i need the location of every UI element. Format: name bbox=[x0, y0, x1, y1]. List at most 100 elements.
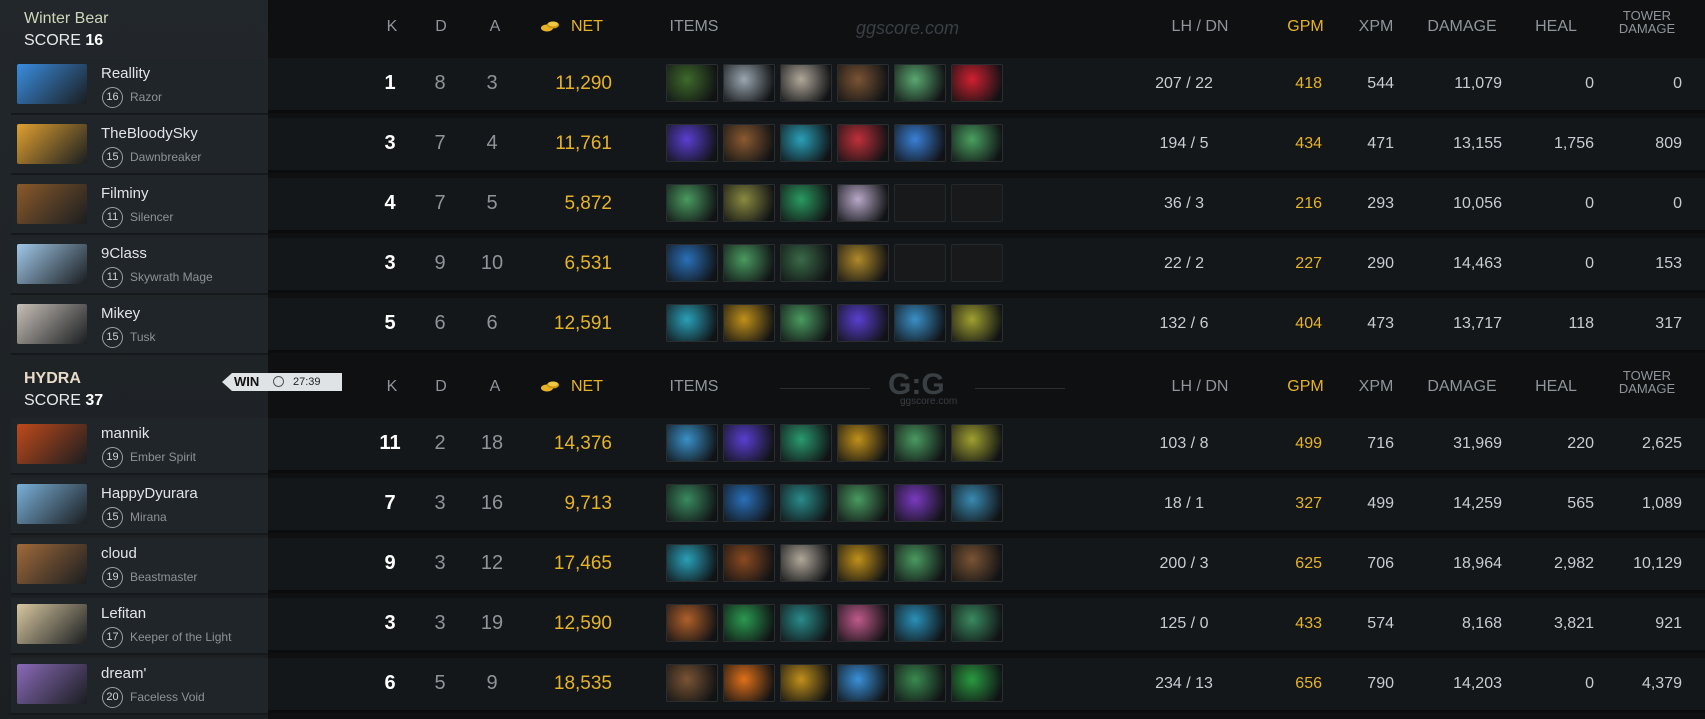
player-card[interactable]: HappyDyurara 15 Mirana bbox=[11, 478, 268, 535]
item-slot-2[interactable] bbox=[723, 124, 775, 162]
item-slot-6[interactable] bbox=[951, 424, 1003, 462]
item-slot-4[interactable] bbox=[837, 64, 889, 102]
item-slot-5[interactable] bbox=[894, 484, 946, 522]
column-header-lh-dn[interactable]: LH / DN bbox=[1160, 378, 1240, 396]
player-name[interactable]: Mikey bbox=[101, 305, 140, 322]
player-card[interactable]: Lefitan 17 Keeper of the Light bbox=[11, 598, 268, 655]
player-card[interactable]: 9Class 11 Skywrath Mage bbox=[11, 238, 268, 295]
item-slot-1[interactable] bbox=[666, 124, 718, 162]
item-slot-5[interactable] bbox=[894, 304, 946, 342]
item-slot-4[interactable] bbox=[837, 664, 889, 702]
column-header-k[interactable]: K bbox=[382, 378, 402, 396]
player-name[interactable]: Lefitan bbox=[101, 605, 146, 622]
item-slot-3[interactable] bbox=[780, 484, 832, 522]
item-slot-3[interactable] bbox=[780, 424, 832, 462]
item-slot-4[interactable] bbox=[837, 184, 889, 222]
item-slot-4[interactable] bbox=[837, 484, 889, 522]
player-name[interactable]: Reallity bbox=[101, 65, 150, 82]
player-stats-row[interactable]: 5 6 6 12,591 132 / 6 404 473 13,717 118 … bbox=[268, 298, 1705, 353]
item-slot-3[interactable] bbox=[780, 604, 832, 642]
column-header-tower-damage[interactable]: TOWER DAMAGE bbox=[1612, 369, 1682, 395]
column-header-heal[interactable]: HEAL bbox=[1531, 18, 1581, 36]
item-slot-2[interactable] bbox=[723, 544, 775, 582]
item-slot-3[interactable] bbox=[780, 64, 832, 102]
item-slot-6[interactable] bbox=[951, 544, 1003, 582]
column-header-a[interactable]: A bbox=[485, 18, 505, 36]
column-header-k[interactable]: K bbox=[382, 18, 402, 36]
player-stats-row[interactable]: 4 7 5 5,872 36 / 3 216 293 10,056 0 0 bbox=[268, 178, 1705, 233]
player-card[interactable]: cloud 19 Beastmaster bbox=[11, 538, 268, 595]
item-slot-1[interactable] bbox=[666, 184, 718, 222]
item-slot-3[interactable] bbox=[780, 184, 832, 222]
column-header-lh-dn[interactable]: LH / DN bbox=[1160, 18, 1240, 36]
player-stats-row[interactable]: 1 8 3 11,290 207 / 22 418 544 11,079 0 0 bbox=[268, 58, 1705, 113]
item-slot-6[interactable] bbox=[951, 604, 1003, 642]
item-slot-3[interactable] bbox=[780, 124, 832, 162]
item-slot-1[interactable] bbox=[666, 544, 718, 582]
player-card[interactable]: dream' 20 Faceless Void bbox=[11, 658, 268, 715]
item-slot-5[interactable] bbox=[894, 424, 946, 462]
player-stats-row[interactable]: 9 3 12 17,465 200 / 3 625 706 18,964 2,9… bbox=[268, 538, 1705, 593]
item-slot-3[interactable] bbox=[780, 244, 832, 282]
column-header-net[interactable]: NET bbox=[562, 18, 612, 36]
player-name[interactable]: dream' bbox=[101, 665, 146, 682]
column-header-items[interactable]: ITEMS bbox=[664, 378, 724, 396]
item-slot-1[interactable] bbox=[666, 604, 718, 642]
item-slot-3[interactable] bbox=[780, 544, 832, 582]
player-card[interactable]: mannik 19 Ember Spirit bbox=[11, 418, 268, 475]
item-slot-2[interactable] bbox=[723, 184, 775, 222]
item-slot-6[interactable] bbox=[951, 304, 1003, 342]
item-slot-4[interactable] bbox=[837, 124, 889, 162]
item-slot-5[interactable] bbox=[894, 544, 946, 582]
item-slot-1[interactable] bbox=[666, 64, 718, 102]
player-card[interactable]: TheBloodySky 15 Dawnbreaker bbox=[11, 118, 268, 175]
item-slot-5[interactable] bbox=[894, 664, 946, 702]
item-slot-6[interactable] bbox=[951, 664, 1003, 702]
item-slot-4[interactable] bbox=[837, 244, 889, 282]
item-slot-1[interactable] bbox=[666, 304, 718, 342]
column-header-items[interactable]: ITEMS bbox=[664, 18, 724, 36]
column-header-gpm[interactable]: GPM bbox=[1283, 18, 1328, 36]
item-slot-2[interactable] bbox=[723, 424, 775, 462]
player-name[interactable]: cloud bbox=[101, 545, 137, 562]
player-card[interactable]: Mikey 15 Tusk bbox=[11, 298, 268, 355]
player-stats-row[interactable]: 11 2 18 14,376 103 / 8 499 716 31,969 22… bbox=[268, 418, 1705, 473]
player-name[interactable]: 9Class bbox=[101, 245, 147, 262]
item-slot-1[interactable] bbox=[666, 424, 718, 462]
column-header-xpm[interactable]: XPM bbox=[1356, 378, 1396, 396]
item-slot-1[interactable] bbox=[666, 664, 718, 702]
player-stats-row[interactable]: 3 3 19 12,590 125 / 0 433 574 8,168 3,82… bbox=[268, 598, 1705, 653]
column-header-damage[interactable]: DAMAGE bbox=[1422, 18, 1502, 36]
item-slot-6[interactable] bbox=[951, 64, 1003, 102]
item-slot-4[interactable] bbox=[837, 604, 889, 642]
item-slot-2[interactable] bbox=[723, 664, 775, 702]
item-slot-2[interactable] bbox=[723, 604, 775, 642]
item-slot-1[interactable] bbox=[666, 244, 718, 282]
player-name[interactable]: TheBloodySky bbox=[101, 125, 198, 142]
item-slot-4[interactable] bbox=[837, 424, 889, 462]
column-header-xpm[interactable]: XPM bbox=[1356, 18, 1396, 36]
player-name[interactable]: Filminy bbox=[101, 185, 149, 202]
item-slot-2[interactable] bbox=[723, 244, 775, 282]
item-slot-6[interactable] bbox=[951, 484, 1003, 522]
item-slot-5[interactable] bbox=[894, 124, 946, 162]
column-header-d[interactable]: D bbox=[431, 18, 451, 36]
column-header-damage[interactable]: DAMAGE bbox=[1422, 378, 1502, 396]
player-card[interactable]: Filminy 11 Silencer bbox=[11, 178, 268, 235]
item-slot-3[interactable] bbox=[780, 664, 832, 702]
item-slot-1[interactable] bbox=[666, 484, 718, 522]
item-slot-2[interactable] bbox=[723, 304, 775, 342]
player-card[interactable]: Reallity 16 Razor bbox=[11, 58, 268, 115]
player-stats-row[interactable]: 3 9 10 6,531 22 / 2 227 290 14,463 0 153 bbox=[268, 238, 1705, 293]
item-slot-2[interactable] bbox=[723, 64, 775, 102]
player-stats-row[interactable]: 7 3 16 9,713 18 / 1 327 499 14,259 565 1… bbox=[268, 478, 1705, 533]
column-header-net[interactable]: NET bbox=[562, 378, 612, 396]
column-header-gpm[interactable]: GPM bbox=[1283, 378, 1328, 396]
column-header-d[interactable]: D bbox=[431, 378, 451, 396]
player-name[interactable]: HappyDyurara bbox=[101, 485, 198, 502]
player-stats-row[interactable]: 3 7 4 11,761 194 / 5 434 471 13,155 1,75… bbox=[268, 118, 1705, 173]
player-stats-row[interactable]: 6 5 9 18,535 234 / 13 656 790 14,203 0 4… bbox=[268, 658, 1705, 713]
player-name[interactable]: mannik bbox=[101, 425, 149, 442]
item-slot-6[interactable] bbox=[951, 124, 1003, 162]
item-slot-4[interactable] bbox=[837, 304, 889, 342]
